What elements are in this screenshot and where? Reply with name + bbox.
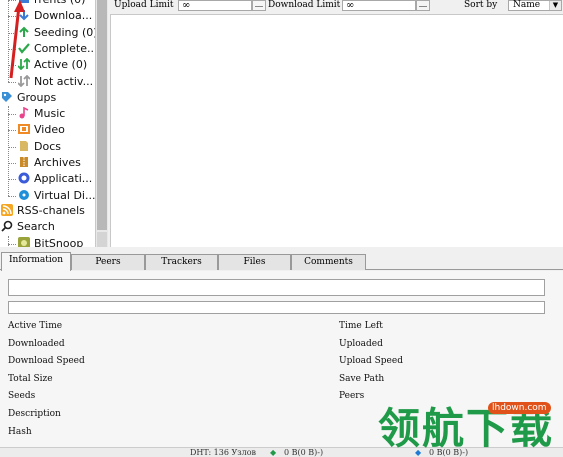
torrent-name-field[interactable]: [8, 279, 545, 296]
info-label: Peers: [339, 391, 365, 402]
tree-connector: [8, 114, 16, 115]
sidebar-group-item-label: Video: [34, 123, 65, 137]
sidebar-tree[interactable]: rrents (0) Downloa... Seeding (0) Complete.…: [0, 0, 96, 247]
sidebar-group-item-label: Music: [34, 107, 66, 120]
tree-connector: [8, 81, 16, 83]
scrollbar-track[interactable]: [97, 232, 107, 247]
tab-comments[interactable]: Comments: [291, 254, 366, 270]
upload-limit-label: Upload Limit: [114, 0, 174, 10]
applications-icon: [18, 172, 30, 184]
download-limit-input[interactable]: ∞: [342, 0, 416, 11]
virtual-disk-icon: [19, 189, 29, 200]
sidebar-group-item[interactable]: Docs: [18, 139, 61, 155]
search-icon: [1, 220, 13, 232]
tree-connector: [8, 146, 16, 148]
tree-connector: [8, 162, 16, 164]
info-label: Uploaded: [339, 338, 383, 349]
sidebar-rss[interactable]: RSS-chanels: [1, 203, 85, 219]
sidebar-search[interactable]: Search: [1, 219, 55, 235]
tag-icon: [2, 92, 12, 102]
sidebar-scrollbar[interactable]: [96, 0, 108, 247]
download-rate: 0 B(0 B)-): [284, 448, 324, 457]
info-label: Download Speed: [8, 356, 85, 367]
sidebar-torrents-item-label: Complete...: [34, 41, 96, 55]
info-label: Save Path: [339, 373, 385, 384]
docs-icon: [20, 140, 28, 151]
dht-status: DHT: 136 Узлов: [190, 448, 257, 457]
bitsnoop-icon: [18, 237, 30, 247]
sidebar-group-item-label: Docs: [34, 139, 61, 153]
tab-trackers[interactable]: Trackers: [145, 254, 218, 270]
info-label: Hash: [8, 426, 32, 437]
sidebar-group-item-label: Applicati...: [34, 172, 93, 186]
archives-icon: [20, 156, 28, 167]
sort-value: Name: [513, 0, 541, 10]
info-label: Active Time: [8, 321, 63, 331]
info-label: Description: [8, 409, 61, 419]
download-limit-label: Download Limit: [268, 0, 341, 10]
sort-select[interactable]: Name ▼: [508, 0, 562, 11]
download-limit-spinner[interactable]: [416, 0, 430, 11]
sidebar-group-item[interactable]: Archives: [18, 155, 81, 171]
upload-limit-input[interactable]: ∞: [178, 0, 252, 11]
upload-limit-spinner[interactable]: [252, 0, 266, 11]
tree-connector: [8, 195, 16, 197]
tree-connector: [8, 106, 9, 196]
tree-connector: [8, 179, 16, 181]
sidebar-torrents-item-label: Not activ...: [34, 74, 94, 88]
sidebar-search-item[interactable]: BitSnoop: [18, 236, 83, 247]
scrollbar-thumb[interactable]: [97, 0, 107, 230]
info-label: Time Left: [339, 321, 383, 331]
torrent-list[interactable]: [110, 14, 563, 247]
limits-toolbar: Upload Limit ∞ Download Limit ∞ Sort by …: [110, 0, 563, 14]
rss-icon: [1, 204, 13, 216]
music-icon: [19, 107, 29, 119]
video-icon: [18, 124, 30, 135]
sidebar-torrents-item-label: rrents (0): [34, 0, 85, 6]
info-label: Downloaded: [8, 338, 65, 349]
info-label: Upload Speed: [339, 356, 403, 367]
tree-connector: [8, 244, 16, 245]
watermark-logo: 领航下载 lhdown.com: [378, 398, 563, 457]
tree-connector: [8, 236, 9, 247]
sidebar-search-item-label: BitSnoop: [34, 237, 84, 247]
details-tabs: Information Peers Trackers Files Comment…: [0, 250, 563, 271]
chevron-down-icon[interactable]: ▼: [549, 1, 561, 10]
tree-connector: [8, 130, 16, 132]
sidebar-torrents-item-label: Downloa...: [34, 9, 93, 23]
download-arrow-icon: ◆: [270, 448, 277, 457]
sidebar-group-item[interactable]: Virtual Di...: [18, 188, 95, 204]
info-label: Total Size: [8, 373, 53, 384]
sidebar-group-item-label: Archives: [34, 155, 81, 169]
info-label: Seeds: [8, 391, 36, 402]
tab-information[interactable]: Information: [1, 252, 71, 271]
progress-bar: [8, 301, 545, 314]
sort-by-label: Sort by: [464, 0, 498, 10]
sidebar-group-item[interactable]: Music: [18, 106, 65, 122]
sidebar-group-item[interactable]: Applicati...: [18, 171, 92, 187]
sidebar-torrents-item-label: Seeding (0): [34, 25, 96, 39]
sidebar-groups[interactable]: Groups: [1, 90, 56, 106]
sidebar-torrents-item-label: Active (0): [34, 58, 88, 72]
watermark-url: lhdown.com: [488, 402, 551, 414]
tab-peers[interactable]: Peers: [71, 254, 145, 270]
sidebar-group-item-label: Virtual Di...: [34, 188, 96, 202]
red-arrow-annotation: [9, 0, 25, 79]
sidebar-group-item[interactable]: Video: [18, 122, 65, 138]
tab-files[interactable]: Files: [218, 254, 291, 270]
